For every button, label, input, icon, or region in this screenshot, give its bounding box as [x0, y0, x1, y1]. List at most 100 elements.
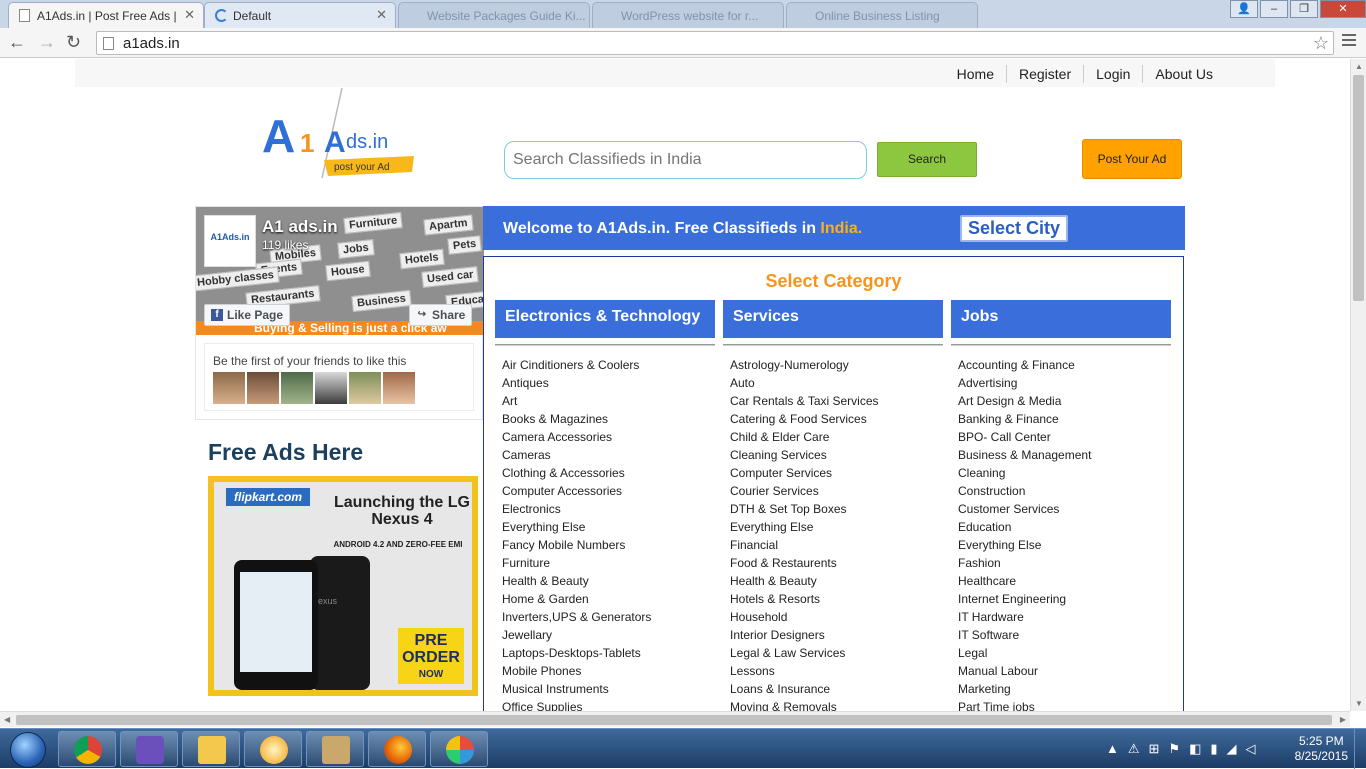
- category-link[interactable]: Cleaning: [958, 465, 1171, 483]
- show-desktop-button[interactable]: [1354, 729, 1366, 769]
- scroll-up-icon[interactable]: ▲: [1355, 62, 1363, 71]
- category-link[interactable]: Cameras: [502, 447, 715, 465]
- scroll-thumb[interactable]: [16, 715, 1332, 725]
- category-link[interactable]: Auto: [730, 375, 943, 393]
- tab-a1ads[interactable]: A1Ads.in | Post Free Ads | ✕: [8, 2, 204, 28]
- category-link[interactable]: Everything Else: [502, 519, 715, 537]
- column-heading[interactable]: Services: [723, 300, 943, 338]
- forward-icon[interactable]: →: [38, 32, 56, 53]
- bookmark-star-icon[interactable]: ☆: [1313, 33, 1329, 54]
- taskbar-firefox[interactable]: [368, 731, 426, 767]
- column-heading[interactable]: Jobs: [951, 300, 1171, 338]
- category-link[interactable]: Banking & Finance: [958, 411, 1171, 429]
- category-link[interactable]: Customer Services: [958, 501, 1171, 519]
- taskbar-explorer[interactable]: [182, 731, 240, 767]
- category-link[interactable]: Business & Management: [958, 447, 1171, 465]
- category-link[interactable]: Everything Else: [958, 537, 1171, 555]
- category-link[interactable]: Moving & Removals: [730, 699, 943, 711]
- close-tab-icon[interactable]: ✕: [376, 7, 387, 23]
- category-link[interactable]: Legal: [958, 645, 1171, 663]
- reload-icon[interactable]: ↻: [66, 32, 81, 53]
- category-link[interactable]: Home & Garden: [502, 591, 715, 609]
- category-link[interactable]: Cleaning Services: [730, 447, 943, 465]
- category-link[interactable]: Astrology-Numerology: [730, 357, 943, 375]
- category-link[interactable]: Advertising: [958, 375, 1171, 393]
- nav-login[interactable]: Login: [1083, 65, 1142, 83]
- category-link[interactable]: Books & Magazines: [502, 411, 715, 429]
- tab-4[interactable]: WordPress website for r...: [592, 2, 784, 28]
- select-city-button[interactable]: Select City: [960, 215, 1068, 242]
- category-link[interactable]: Office Supplies: [502, 699, 715, 711]
- category-link[interactable]: Hotels & Resorts: [730, 591, 943, 609]
- category-link[interactable]: Jewellary: [502, 627, 715, 645]
- avatar[interactable]: [349, 372, 381, 404]
- category-link[interactable]: Marketing: [958, 681, 1171, 699]
- category-link[interactable]: Courier Services: [730, 483, 943, 501]
- menu-icon[interactable]: [1342, 34, 1356, 49]
- category-link[interactable]: BPO- Call Center: [958, 429, 1171, 447]
- taskbar-visual-studio[interactable]: [120, 731, 178, 767]
- category-link[interactable]: Musical Instruments: [502, 681, 715, 699]
- category-link[interactable]: Camera Accessories: [502, 429, 715, 447]
- minimize-icon[interactable]: –: [1260, 0, 1288, 18]
- tab-3[interactable]: Website Packages Guide Ki...: [398, 2, 590, 28]
- address-bar[interactable]: a1ads.in ☆: [96, 31, 1334, 55]
- start-button[interactable]: [2, 730, 54, 768]
- category-link[interactable]: Legal & Law Services: [730, 645, 943, 663]
- category-link[interactable]: Health & Beauty: [730, 573, 943, 591]
- category-link[interactable]: Health & Beauty: [502, 573, 715, 591]
- category-link[interactable]: Everything Else: [730, 519, 943, 537]
- category-link[interactable]: Art: [502, 393, 715, 411]
- site-logo[interactable]: A 1 A ds.in post your Ad: [262, 86, 422, 186]
- post-your-ad-button[interactable]: Post Your Ad: [1082, 139, 1182, 179]
- search-button[interactable]: Search: [877, 142, 977, 177]
- category-link[interactable]: Interior Designers: [730, 627, 943, 645]
- clock[interactable]: 5:25 PM 8/25/2015: [1295, 734, 1348, 764]
- tab-default[interactable]: Default ✕: [204, 2, 396, 28]
- search-input[interactable]: [504, 141, 867, 179]
- column-heading[interactable]: Electronics & Technology: [495, 300, 715, 338]
- category-link[interactable]: Lessons: [730, 663, 943, 681]
- category-link[interactable]: Financial: [730, 537, 943, 555]
- category-link[interactable]: Household: [730, 609, 943, 627]
- category-link[interactable]: IT Hardware: [958, 609, 1171, 627]
- category-link[interactable]: Inverters,UPS & Generators: [502, 609, 715, 627]
- category-link[interactable]: Healthcare: [958, 573, 1171, 591]
- vertical-scrollbar[interactable]: ▲ ▼: [1350, 59, 1366, 711]
- taskbar-paint[interactable]: [430, 731, 488, 767]
- close-tab-icon[interactable]: ✕: [184, 7, 195, 23]
- category-link[interactable]: Loans & Insurance: [730, 681, 943, 699]
- flipkart-ad-banner[interactable]: flipkart.com Launching the LG Nexus 4 AN…: [208, 476, 478, 696]
- scroll-thumb[interactable]: [1353, 75, 1364, 301]
- category-link[interactable]: DTH & Set Top Boxes: [730, 501, 943, 519]
- category-link[interactable]: IT Software: [958, 627, 1171, 645]
- back-icon[interactable]: ←: [8, 32, 26, 53]
- category-link[interactable]: Electronics: [502, 501, 715, 519]
- category-link[interactable]: Car Rentals & Taxi Services: [730, 393, 943, 411]
- category-link[interactable]: Child & Elder Care: [730, 429, 943, 447]
- category-link[interactable]: Air Cinditioners & Coolers: [502, 357, 715, 375]
- taskbar-chrome[interactable]: [58, 731, 116, 767]
- taskbar-tools[interactable]: [306, 731, 364, 767]
- category-link[interactable]: Computer Accessories: [502, 483, 715, 501]
- nav-register[interactable]: Register: [1006, 65, 1083, 83]
- category-link[interactable]: Furniture: [502, 555, 715, 573]
- category-link[interactable]: Construction: [958, 483, 1171, 501]
- category-link[interactable]: Computer Services: [730, 465, 943, 483]
- tray-icons[interactable]: ▲⚠⊞⚑◧▮◢◁: [1106, 741, 1265, 757]
- tab-5[interactable]: Online Business Listing: [786, 2, 978, 28]
- category-link[interactable]: Clothing & Accessories: [502, 465, 715, 483]
- share-button[interactable]: ↪ Share: [409, 304, 473, 326]
- category-link[interactable]: Part Time jobs: [958, 699, 1171, 711]
- avatar[interactable]: [247, 372, 279, 404]
- horizontal-scrollbar[interactable]: ◀ ▶: [0, 711, 1350, 727]
- scroll-left-icon[interactable]: ◀: [4, 715, 10, 724]
- category-link[interactable]: Fashion: [958, 555, 1171, 573]
- facebook-page-avatar[interactable]: A1Ads.in: [204, 215, 256, 267]
- nav-home[interactable]: Home: [945, 65, 1006, 83]
- avatar[interactable]: [383, 372, 415, 404]
- close-window-icon[interactable]: ✕: [1320, 0, 1366, 18]
- scroll-down-icon[interactable]: ▼: [1355, 699, 1363, 708]
- avatar[interactable]: [315, 372, 347, 404]
- taskbar-media-player[interactable]: [244, 731, 302, 767]
